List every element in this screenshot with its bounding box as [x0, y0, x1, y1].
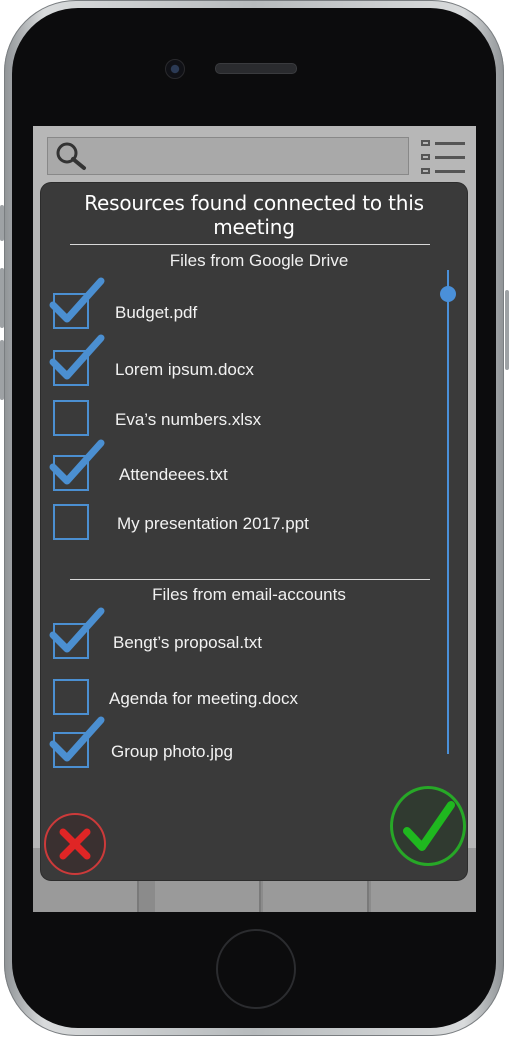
checkmark-icon — [403, 801, 455, 851]
item-label: Lorem ipsum.docx — [115, 360, 254, 379]
front-camera — [165, 59, 185, 79]
item-label: My presentation 2017.ppt — [117, 514, 309, 533]
item-label: Eva’s numbers.xlsx — [115, 410, 262, 429]
checkbox[interactable] — [53, 400, 89, 436]
item-label: Budget.pdf — [115, 303, 198, 322]
section-header-google-drive: Files from Google Drive — [169, 251, 349, 270]
search-icon — [56, 142, 86, 170]
checkbox[interactable] — [53, 679, 89, 715]
scrollbar-track[interactable] — [447, 270, 449, 754]
divider — [70, 579, 430, 580]
section-header-email-accounts: Files from email-accounts — [152, 585, 346, 604]
mute-switch — [0, 205, 4, 241]
item-label: Group photo.jpg — [111, 742, 233, 761]
checkbox[interactable] — [53, 350, 89, 386]
volume-up-button — [0, 268, 4, 328]
checkbox[interactable] — [53, 455, 89, 491]
item-label: Bengt’s proposal.txt — [113, 633, 262, 652]
divider — [70, 244, 430, 245]
item-label: Agenda for meeting.docx — [109, 689, 299, 708]
item-label: Attendeees.txt — [119, 465, 228, 484]
power-button — [505, 290, 509, 370]
close-icon — [59, 828, 91, 860]
earpiece-speaker — [215, 63, 297, 74]
resources-dialog: Resources found connected to this meetin… — [41, 183, 467, 880]
checkbox[interactable] — [53, 293, 89, 329]
home-button[interactable] — [216, 929, 296, 1009]
dialog-title: Resources found connected to this meetin… — [84, 191, 424, 239]
checkbox[interactable] — [53, 504, 89, 540]
volume-down-button — [0, 340, 4, 400]
confirm-button[interactable] — [390, 786, 466, 866]
checkbox[interactable] — [53, 732, 89, 768]
cancel-button[interactable] — [44, 813, 106, 875]
list-menu-icon[interactable] — [421, 136, 467, 178]
scrollbar-thumb[interactable] — [440, 286, 456, 302]
background-search-bar[interactable] — [47, 137, 409, 175]
checkbox[interactable] — [53, 623, 89, 659]
